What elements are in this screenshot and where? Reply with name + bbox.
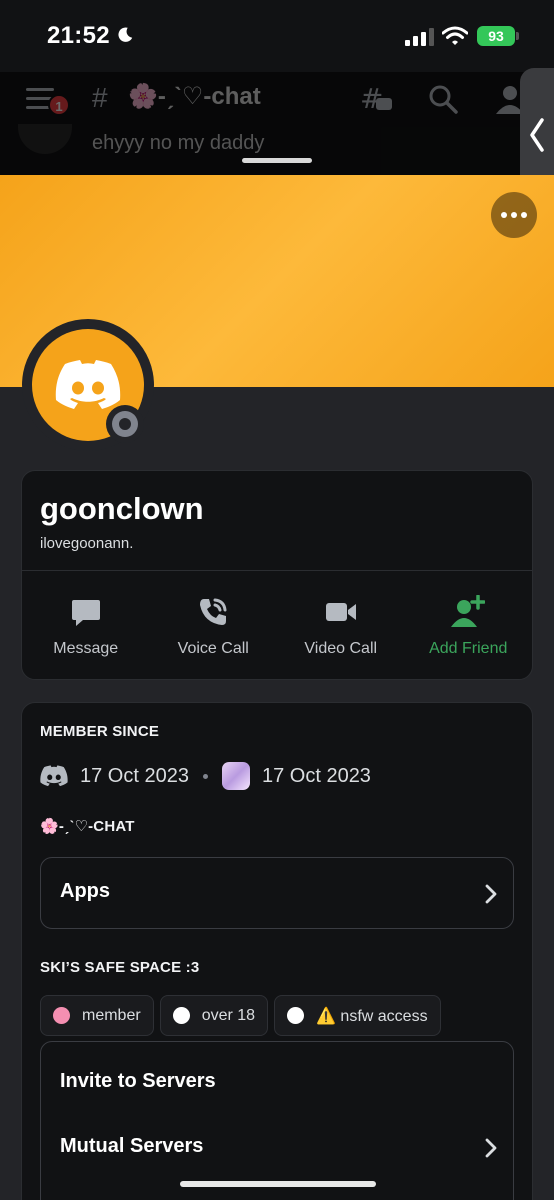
status-bar: 21:52 93 (0, 0, 554, 72)
role-label: ⚠️ nsfw access (316, 1007, 428, 1025)
video-call-icon (325, 603, 356, 621)
apps-row[interactable]: Apps (40, 857, 514, 929)
profile-sheet: goonclown ilovegoonann. Message Voice Ca… (0, 175, 554, 1200)
apps-label: Apps (60, 880, 110, 902)
more-options-button[interactable] (491, 192, 537, 238)
role-chip-nsfw-access[interactable]: ⚠️ nsfw access (274, 995, 441, 1036)
message-icon (71, 600, 100, 626)
unread-badge: 1 (48, 94, 70, 116)
role-color-dot (53, 1007, 70, 1024)
discord-member-since-date: 17 Oct 2023 (80, 764, 189, 787)
video-call-button[interactable]: Video Call (277, 571, 405, 679)
role-color-dot (287, 1007, 305, 1024)
discord-logo-icon (55, 360, 121, 409)
role-label: member (82, 1006, 141, 1024)
message-label: Message (53, 640, 119, 657)
message-author-avatar (18, 124, 72, 154)
discord-logo-icon (40, 765, 68, 787)
status-time: 21:52 (47, 22, 110, 49)
battery-indicator: 93 (477, 26, 515, 46)
add-friend-icon (451, 595, 486, 627)
channel-hash-icon: # (92, 82, 108, 113)
chevron-left-icon (530, 118, 544, 152)
video-call-label: Video Call (304, 640, 378, 657)
add-friend-button[interactable]: Add Friend (405, 571, 533, 679)
profile-info-card: MEMBER SINCE 17 Oct 2023 17 Oct 2023 🌸-ˏ… (21, 702, 533, 1200)
role-chip-member[interactable]: member (40, 995, 154, 1036)
offline-status-indicator (112, 411, 138, 437)
member-since-row: 17 Oct 2023 17 Oct 2023 (40, 761, 371, 791)
username[interactable]: ilovegoonann. (40, 535, 133, 552)
voice-call-icon (200, 598, 227, 625)
mutual-servers-button[interactable]: Mutual Servers (60, 1135, 203, 1158)
voice-call-button[interactable]: Voice Call (150, 571, 278, 679)
server-icon (221, 762, 250, 790)
server-section-heading: SKI’S SAFE SPACE :3 (40, 959, 200, 976)
wifi-icon (442, 26, 468, 45)
role-color-dot (172, 1007, 190, 1024)
add-friend-label: Add Friend (429, 640, 508, 657)
channel-name[interactable]: 🌸-ˏˋ♡-chat (128, 82, 261, 111)
invite-to-servers-button[interactable]: Invite to Servers (60, 1070, 216, 1093)
sheet-drag-handle[interactable] (242, 158, 312, 163)
cellular-signal-icon (405, 28, 434, 46)
member-since-heading: MEMBER SINCE (40, 723, 160, 740)
role-chip-over-18[interactable]: over 18 (159, 995, 269, 1036)
search-icon[interactable] (428, 84, 458, 114)
profile-actions: Message Voice Call Video Call Add Friend (22, 571, 532, 679)
chevron-right-icon (485, 1138, 497, 1158)
role-label: over 18 (201, 1006, 256, 1024)
separator-dot (202, 773, 208, 779)
battery-tip (516, 32, 519, 40)
voice-call-label: Voice Call (177, 640, 249, 657)
servers-list: Invite to Servers Mutual Servers (40, 1041, 514, 1200)
chat-message: ehyyy no my daddy (92, 132, 265, 154)
channel-section-heading: 🌸-ˏˋ♡-CHAT (40, 818, 135, 835)
message-button[interactable]: Message (22, 571, 150, 679)
chevron-right-icon (485, 884, 497, 904)
server-member-since-date: 17 Oct 2023 (261, 764, 371, 787)
profile-identity-card: goonclown ilovegoonann. Message Voice Ca… (21, 470, 533, 680)
display-name: goonclown (40, 491, 204, 526)
roles-list: member over 18 ⚠️ nsfw access (40, 995, 441, 1036)
threads-icon[interactable]: # (360, 84, 394, 114)
moon-icon (118, 27, 133, 42)
home-indicator[interactable] (180, 1181, 376, 1187)
